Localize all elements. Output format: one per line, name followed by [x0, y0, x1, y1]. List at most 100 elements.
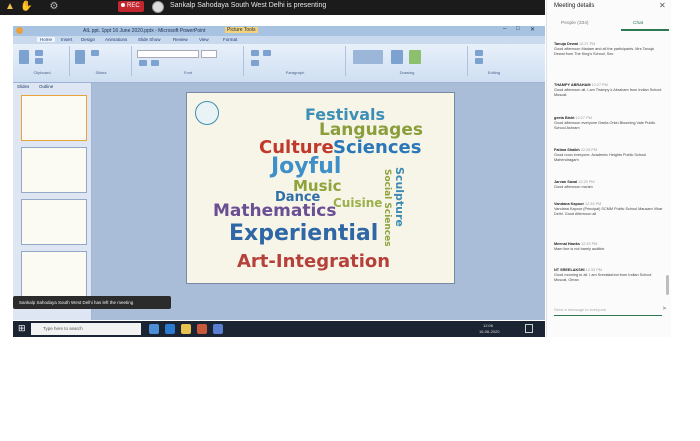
rec-label: REC — [127, 3, 140, 9]
tab-format[interactable]: Format — [223, 37, 237, 42]
font-name-select[interactable] — [137, 50, 199, 58]
shapes-gallery-icon[interactable] — [353, 50, 383, 64]
message-time: 12:27 PM — [579, 42, 596, 46]
message-text: Mam line is not barely audible. — [554, 247, 606, 251]
windows-taskbar: ⊞ Type here to search 12:06 16-06-2020 — [13, 321, 545, 337]
cut-icon[interactable] — [35, 50, 43, 56]
current-slide[interactable]: Festivals Languages Culture Sciences Joy… — [186, 92, 455, 284]
ribbon-group-editing: Editing — [469, 46, 519, 76]
task-view-icon[interactable] — [149, 324, 159, 334]
chat-message: THAMPY ABRAHAM 12:27 PM Good afternoon a… — [554, 83, 664, 98]
slides-pane: Slides Outline — [13, 83, 92, 320]
teams-app-icon[interactable] — [213, 324, 223, 334]
align-left-icon[interactable] — [251, 60, 259, 66]
slide-thumbnail-3[interactable] — [21, 199, 87, 245]
raise-hand-icon[interactable]: ✋ — [20, 1, 32, 13]
new-slide-icon[interactable] — [75, 50, 85, 64]
replace-icon[interactable] — [475, 58, 483, 64]
message-text: Good noon everyone. Academic Heights Pub… — [554, 153, 647, 162]
tab-chat[interactable]: Chat — [633, 21, 643, 26]
tab-insert[interactable]: Insert — [61, 37, 72, 42]
picture-tools-tab[interactable]: Picture Tools — [225, 27, 258, 33]
message-text: Good afternoon all. I am Thampy k Abraha… — [554, 88, 662, 97]
thumbs-up-icon[interactable]: ▲ — [4, 1, 16, 13]
notification-center-icon[interactable] — [525, 324, 533, 333]
tab-view[interactable]: View — [199, 37, 209, 42]
chat-message: Fatima Shaikh 12:28 PM Good noon everyon… — [554, 148, 664, 163]
bullets-icon[interactable] — [251, 50, 259, 56]
meeting-details-panel: Meeting details ✕ People (334) Chat Tanu… — [546, 0, 671, 337]
taskbar-date: 16-06-2020 — [479, 329, 500, 334]
ppt-window-title: AIL ppt. 1ppt 16 June 2020.pptx - Micros… — [83, 28, 206, 34]
layout-icon[interactable] — [91, 50, 99, 56]
italic-icon[interactable] — [151, 60, 159, 66]
paste-icon[interactable] — [19, 50, 29, 64]
message-time: 12:33 PM — [585, 268, 602, 272]
quick-styles-icon[interactable] — [409, 50, 421, 64]
left-meeting-notification: Sankalp Sahodaya South West Delhi has le… — [13, 296, 171, 309]
ribbon-group-label: Clipboard — [33, 70, 51, 75]
chat-message: NT SREELAKSHI 12:33 PM Good morning to a… — [554, 268, 664, 283]
message-time: 12:27 PM — [591, 83, 608, 87]
tab-home[interactable]: Home — [37, 37, 56, 42]
word-mathematics: Mathematics — [213, 201, 337, 221]
message-text: Good afternoon everyone Geeta Orkin Bloo… — [554, 121, 656, 130]
office-button-icon[interactable] — [16, 27, 23, 34]
file-explorer-icon[interactable] — [181, 324, 191, 334]
tab-people[interactable]: People (334) — [561, 21, 588, 26]
ribbon-group-clipboard: Clipboard — [15, 46, 70, 76]
message-sender: Tanuja Dewal — [554, 42, 578, 46]
minimize-icon[interactable]: – — [503, 26, 506, 32]
message-text: Good afternoon ma'am — [554, 185, 593, 189]
ribbon-group-paragraph: Paragraph — [245, 46, 346, 76]
chat-scrollbar[interactable] — [666, 275, 669, 295]
message-sender: THAMPY ABRAHAM — [554, 83, 591, 87]
powerpoint-app-icon[interactable] — [197, 324, 207, 334]
bold-icon[interactable] — [139, 60, 147, 66]
arrange-icon[interactable] — [391, 50, 403, 64]
chat-tab-label: Chat — [633, 21, 644, 26]
message-time: 12:29 PM — [578, 180, 595, 184]
tab-design[interactable]: Design — [81, 37, 95, 42]
chat-message: Meenal Hawks 12:33 PM Mam line is not ba… — [554, 242, 664, 252]
tab-outline[interactable]: Outline — [39, 84, 53, 89]
word-sciences: Sciences — [333, 137, 422, 158]
windows-start-icon[interactable]: ⊞ — [18, 324, 27, 333]
close-icon[interactable]: ✕ — [530, 26, 535, 33]
tab-review[interactable]: Review — [173, 37, 188, 42]
chat-message: Jarvan Saxal 12:29 PM Good afternoon ma'… — [554, 180, 664, 190]
message-sender: Fatima Shaikh — [554, 148, 580, 152]
slide-thumbnail-1[interactable] — [21, 95, 87, 141]
message-sender: Meenal Hawks — [554, 242, 580, 246]
word-joyful: Joyful — [271, 154, 342, 179]
message-sender: Jarvan Saxal — [554, 180, 578, 184]
font-size-select[interactable] — [201, 50, 217, 58]
word-cuisine: Cuisine — [333, 196, 383, 210]
chat-message-input[interactable]: Send a message to everyone — [554, 305, 662, 316]
message-sender: NT SREELAKSHI — [554, 268, 585, 272]
tab-animations[interactable]: Animations — [105, 37, 127, 42]
people-tab-label: People (334) — [561, 21, 589, 26]
ribbon-group-label: Drawing — [399, 70, 415, 75]
numbering-icon[interactable] — [263, 50, 271, 56]
tab-slide-show[interactable]: Slide Show — [138, 37, 161, 42]
copy-icon[interactable] — [35, 58, 43, 64]
find-icon[interactable] — [475, 50, 483, 56]
word-social-sciences: Social Sciences — [382, 169, 392, 247]
ppt-title-bar: AIL ppt. 1ppt 16 June 2020.pptx - Micros… — [13, 26, 545, 36]
message-time: 12:28 PM — [580, 148, 598, 152]
ribbon-group-slides: Slides — [71, 46, 132, 76]
ribbon-group-drawing: Drawing — [347, 46, 468, 76]
slide-thumbnail-2[interactable] — [21, 147, 87, 193]
taskbar-time: 12:06 — [483, 323, 494, 328]
settings-gear-icon[interactable]: ⚙ — [48, 1, 60, 13]
slide-thumbnail-4[interactable] — [21, 251, 87, 297]
tab-slides[interactable]: Slides — [17, 84, 29, 89]
close-panel-icon[interactable]: ✕ — [659, 1, 666, 10]
maximize-icon[interactable]: □ — [516, 26, 520, 32]
message-sender: Vandana Kapoor — [554, 202, 584, 206]
send-icon[interactable]: ➤ — [662, 305, 667, 312]
taskbar-search-input[interactable]: Type here to search — [31, 323, 141, 335]
ribbon-group-label: Font — [183, 70, 192, 75]
edge-browser-icon[interactable] — [165, 324, 175, 334]
